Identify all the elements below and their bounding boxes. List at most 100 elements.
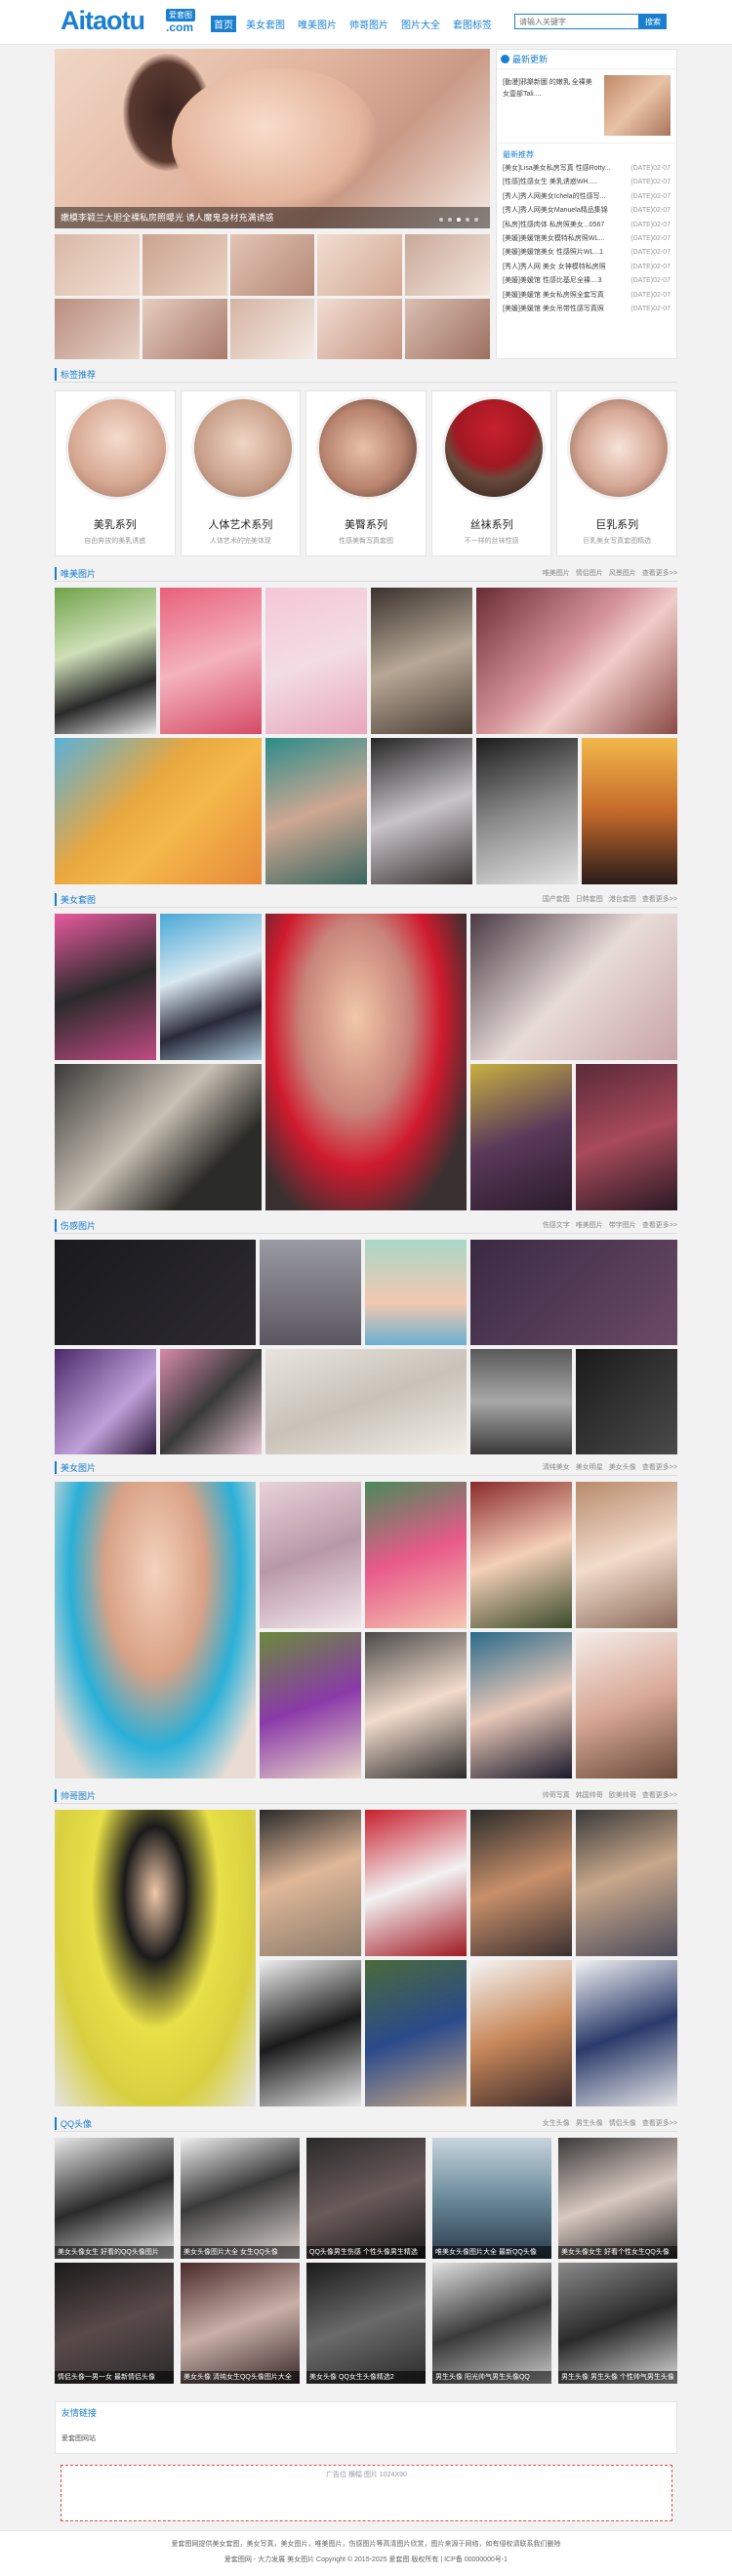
photo-tile[interactable] [576, 1632, 677, 1779]
thumb-image[interactable] [229, 234, 315, 296]
avatar-tile[interactable]: QQ头像男生伤感 个性头像男生精选 [306, 2138, 426, 2259]
section-link[interactable]: 唯美图片 [576, 1220, 603, 1230]
section-link[interactable]: 日韩套图 [576, 894, 603, 904]
thumb-image[interactable] [142, 234, 227, 296]
photo-tile[interactable] [265, 1349, 467, 1454]
item-title[interactable]: [美媛]美媛馆 美女私房照全套写真 [503, 289, 618, 303]
tile-caption[interactable]: 美女头像 清纯女生QQ头像图片大全 [181, 2371, 300, 2384]
avatar-tile[interactable]: 美女头像女生 好看的QQ头像图片 [55, 2138, 174, 2259]
photo-tile[interactable] [576, 1810, 677, 1956]
thumb-image[interactable] [405, 234, 490, 296]
friend-link[interactable]: 爱套图网站 [61, 2433, 96, 2443]
slider-dot[interactable] [439, 218, 443, 222]
tag-card[interactable]: 美臀系列 性感美臀写真套图 [305, 390, 427, 556]
photo-tile[interactable] [470, 1632, 572, 1779]
card-name[interactable]: 美乳系列 [56, 516, 175, 532]
avatar-tile[interactable]: 美女头像 清纯女生QQ头像图片大全 [181, 2263, 300, 2384]
photo-tile[interactable] [371, 738, 472, 884]
photo-tile[interactable] [55, 914, 156, 1060]
section-link[interactable]: 帅哥写真 [543, 1790, 570, 1800]
section-link[interactable]: 女生头像 [543, 2118, 570, 2128]
card-image[interactable] [65, 396, 169, 500]
nav-item-weimei[interactable]: 唯美图片 [295, 16, 340, 32]
photo-tile[interactable] [160, 914, 262, 1060]
thumb-image[interactable] [142, 298, 227, 359]
section-link[interactable]: 唯美图片 [543, 568, 570, 578]
nav-item-all[interactable]: 图片大全 [398, 16, 443, 32]
item-title[interactable]: [性感]性感女生 美乳诱惑WH..... [503, 176, 618, 189]
more-link[interactable]: 查看更多>> [642, 894, 677, 904]
photo-tile[interactable] [365, 1240, 467, 1345]
photo-tile[interactable] [55, 1349, 156, 1454]
more-link[interactable]: 查看更多>> [642, 568, 677, 578]
item-title[interactable]: [美媛]美媛馆美女模特私房照WL... [503, 232, 618, 246]
site-logo[interactable]: Aitaotu 爱套图 .com [61, 6, 199, 36]
list-item[interactable]: [美媛]美媛馆美女模特私房照WL... (DATE)02-07 [503, 232, 671, 246]
list-item[interactable]: [秀人]秀人网美女Ichela的性感写... (DATE)02-07 [503, 190, 671, 204]
list-item[interactable]: [美媛]美媛馆 性感比基尼全裸....3 (DATE)02-07 [503, 274, 671, 288]
slider-dot-active[interactable] [457, 218, 461, 222]
photo-tile[interactable] [265, 588, 367, 734]
section-link[interactable]: 风景图片 [609, 568, 636, 578]
photo-tile[interactable] [470, 1810, 572, 1956]
item-title[interactable]: [美媛]美媛馆美女 性感照片WL...1 [503, 246, 618, 260]
card-name[interactable]: 巨乳系列 [557, 516, 676, 532]
photo-tile[interactable] [576, 1960, 677, 2106]
item-title[interactable]: [秀人]秀人网美女Ichela的性感写... [503, 190, 618, 204]
tile-caption[interactable]: QQ头像男生伤感 个性头像男生精选 [306, 2246, 426, 2259]
tile-caption[interactable]: 美女头像图片大全 女生QQ头像 [181, 2246, 300, 2259]
nav-item-shuaige[interactable]: 帅哥图片 [346, 16, 391, 32]
photo-tile[interactable] [576, 1064, 677, 1210]
photo-tile[interactable] [470, 1064, 572, 1210]
nav-item-taotu[interactable]: 美女套图 [243, 16, 288, 32]
section-link[interactable]: 美女明星 [576, 1462, 603, 1472]
card-image[interactable] [316, 396, 421, 500]
list-item[interactable]: [性感]性感女生 美乳诱惑WH..... (DATE)02-07 [503, 176, 671, 189]
list-item[interactable]: [美媛]美媛馆 美女私房照全套写真 (DATE)02-07 [503, 289, 671, 303]
tile-caption[interactable]: 美女头像女生 好看的QQ头像图片 [55, 2246, 174, 2259]
list-item[interactable]: [秀人]秀人网 美女 女神模特私房照 (DATE)02-07 [503, 261, 671, 274]
avatar-tile[interactable]: 美女头像图片大全 女生QQ头像 [181, 2138, 300, 2259]
photo-tile[interactable] [160, 588, 262, 734]
list-item[interactable]: [美媛]美媛馆 美女吊带性感写真照 (DATE)02-07 [503, 303, 671, 316]
section-link[interactable]: 美女头像 [609, 1462, 636, 1472]
tile-caption[interactable]: 美女头像女生 好看个性女生QQ头像 [558, 2246, 677, 2259]
slider-dot[interactable] [474, 218, 478, 222]
avatar-tile[interactable]: 情侣头像一男一女 最新情侣头像 [55, 2263, 174, 2384]
photo-tile[interactable] [470, 914, 677, 1060]
section-link[interactable]: 情侣头像 [609, 2118, 636, 2128]
photo-tile[interactable] [365, 1482, 467, 1628]
feature-image[interactable] [604, 75, 671, 136]
avatar-tile[interactable]: 男生头像 男生头像 个性帅气男生头像 [558, 2263, 677, 2384]
section-link[interactable]: 欧美帅哥 [609, 1790, 636, 1800]
photo-tile[interactable] [260, 1632, 361, 1779]
thumb-image[interactable] [229, 298, 315, 359]
tile-caption[interactable]: 唯美女头像图片大全 最新QQ头像 [432, 2246, 551, 2259]
section-link[interactable]: 国产套图 [543, 894, 570, 904]
list-item[interactable]: [美媛]美媛馆美女 性感照片WL...1 (DATE)02-07 [503, 246, 671, 260]
section-link[interactable]: 韩国帅哥 [576, 1790, 603, 1800]
list-item[interactable]: [秀人]秀人网美女Manuela精品集锦 (DATE)02-07 [503, 204, 671, 218]
section-link[interactable]: 情侣图片 [576, 568, 603, 578]
photo-tile[interactable] [365, 1632, 467, 1779]
photo-tile[interactable] [365, 1810, 467, 1956]
tag-card[interactable]: 丝袜系列 不一样的丝袜性感 [430, 390, 552, 556]
photo-tile[interactable] [476, 738, 578, 884]
item-title[interactable]: [美媛]美媛馆 美女吊带性感写真照 [503, 303, 618, 316]
avatar-tile[interactable]: 美女头像女生 好看个性女生QQ头像 [558, 2138, 677, 2259]
slider-dot[interactable] [466, 218, 469, 222]
photo-tile[interactable] [55, 1064, 262, 1210]
photo-tile[interactable] [470, 1240, 677, 1345]
photo-tile[interactable] [160, 1349, 262, 1454]
photo-tile[interactable] [576, 1349, 677, 1454]
item-title[interactable]: [秀人]秀人网美女Manuela精品集锦 [503, 204, 618, 218]
photo-tile[interactable] [476, 588, 677, 734]
photo-tile[interactable] [55, 738, 262, 884]
tag-card[interactable]: 人体艺术系列 人体艺术的完美体现 [180, 390, 302, 556]
banner-slide[interactable]: 嫩模李颖兰大胆全裸私房照曝光 诱人魔鬼身材充满诱惑 [55, 49, 490, 228]
card-name[interactable]: 美臀系列 [306, 516, 426, 532]
tile-caption[interactable]: 情侣头像一男一女 最新情侣头像 [55, 2371, 174, 2384]
card-name[interactable]: 丝袜系列 [432, 516, 551, 532]
photo-tile[interactable] [55, 1240, 256, 1345]
banner-caption[interactable]: 嫩模李颖兰大胆全裸私房照曝光 诱人魔鬼身材充满诱惑 [55, 207, 490, 228]
